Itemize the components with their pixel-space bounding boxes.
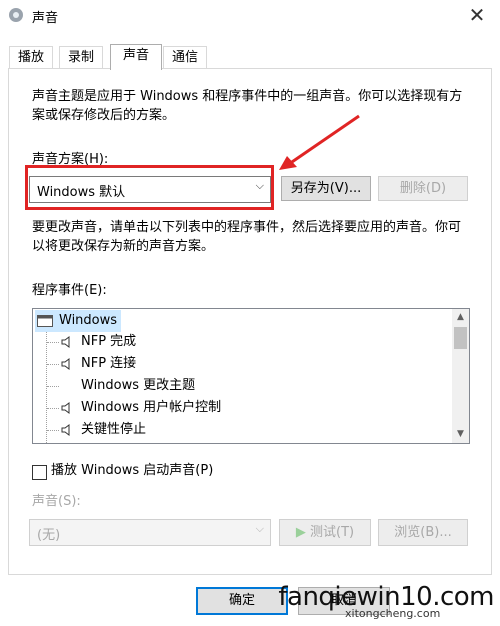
instructions-line-2: 以将更改保存为新的声音方案。 bbox=[32, 239, 215, 254]
list-item[interactable]: Windows 更改主题 bbox=[81, 375, 195, 397]
tree-connector bbox=[46, 331, 47, 443]
title-bar: 声音 ✕ bbox=[0, 0, 500, 30]
speaker-icon bbox=[61, 402, 70, 414]
test-button[interactable]: ▶ 测试(T) bbox=[279, 519, 371, 546]
red-highlight-box bbox=[25, 165, 274, 210]
scroll-thumb[interactable] bbox=[454, 327, 467, 349]
list-item[interactable]: 关键性停止 bbox=[81, 419, 146, 441]
save-as-button[interactable]: 另存为(V)... bbox=[281, 176, 371, 201]
list-item[interactable]: Windows 用户帐户控制 bbox=[81, 397, 221, 419]
speaker-icon bbox=[61, 424, 70, 436]
sound-selected-value: (无) bbox=[37, 528, 61, 543]
list-item[interactable]: Windows bbox=[35, 310, 122, 332]
play-icon: ▶ bbox=[295, 525, 306, 540]
red-arrow-icon bbox=[279, 114, 360, 170]
chevron-down-icon: ⌵ bbox=[255, 522, 264, 535]
scroll-down-icon[interactable]: ▼ bbox=[452, 426, 469, 443]
ok-button[interactable]: 确定 bbox=[196, 587, 288, 615]
scroll-up-icon[interactable]: ▲ bbox=[452, 309, 469, 326]
startup-sound-label: 播放 Windows 启动声音(P) bbox=[51, 463, 214, 478]
list-item[interactable]: NFP 完成 bbox=[81, 331, 136, 353]
delete-button[interactable]: 删除(D) bbox=[378, 176, 468, 201]
speaker-app-icon bbox=[9, 8, 23, 22]
tab-sounds[interactable]: 声音 bbox=[110, 44, 162, 70]
description-line-1: 声音主题是应用于 Windows 和程序事件中的一组声音。你可以选择现有方 bbox=[32, 89, 463, 104]
close-icon[interactable]: ✕ bbox=[454, 0, 500, 30]
watermark-subtext: xitongcheng.com bbox=[345, 607, 441, 620]
instructions-line-1: 要更改声音，请单击以下列表中的程序事件，然后选择要应用的声音。你可 bbox=[32, 220, 462, 235]
tree-branch bbox=[47, 408, 59, 409]
program-events-list[interactable]: Windows NFP 完成 NFP 连接 Windows 更改主题 Windo… bbox=[32, 308, 470, 444]
speaker-icon bbox=[61, 358, 70, 370]
sound-label: 声音(S): bbox=[32, 494, 81, 509]
tree-branch bbox=[47, 430, 59, 431]
list-item[interactable]: NFP 连接 bbox=[81, 353, 136, 375]
sound-dropdown[interactable]: (无) ⌵ bbox=[29, 519, 271, 546]
windows-window-icon bbox=[37, 315, 53, 327]
browse-button[interactable]: 浏览(B)... bbox=[378, 519, 468, 546]
description-line-2: 案或保存修改后的方案。 bbox=[32, 108, 176, 123]
test-button-label: 测试(T) bbox=[310, 525, 355, 540]
tree-branch bbox=[47, 386, 59, 387]
speaker-icon bbox=[61, 336, 70, 348]
startup-sound-checkbox[interactable] bbox=[32, 465, 47, 480]
tree-branch bbox=[47, 342, 59, 343]
events-label: 程序事件(E): bbox=[32, 283, 107, 298]
window-title: 声音 bbox=[32, 11, 59, 26]
tab-recording[interactable]: 录制 bbox=[59, 46, 103, 69]
tree-branch bbox=[47, 364, 59, 365]
tab-communications[interactable]: 通信 bbox=[163, 46, 207, 69]
tab-playback[interactable]: 播放 bbox=[9, 46, 53, 69]
list-scrollbar[interactable]: ▲ ▼ bbox=[452, 309, 469, 443]
